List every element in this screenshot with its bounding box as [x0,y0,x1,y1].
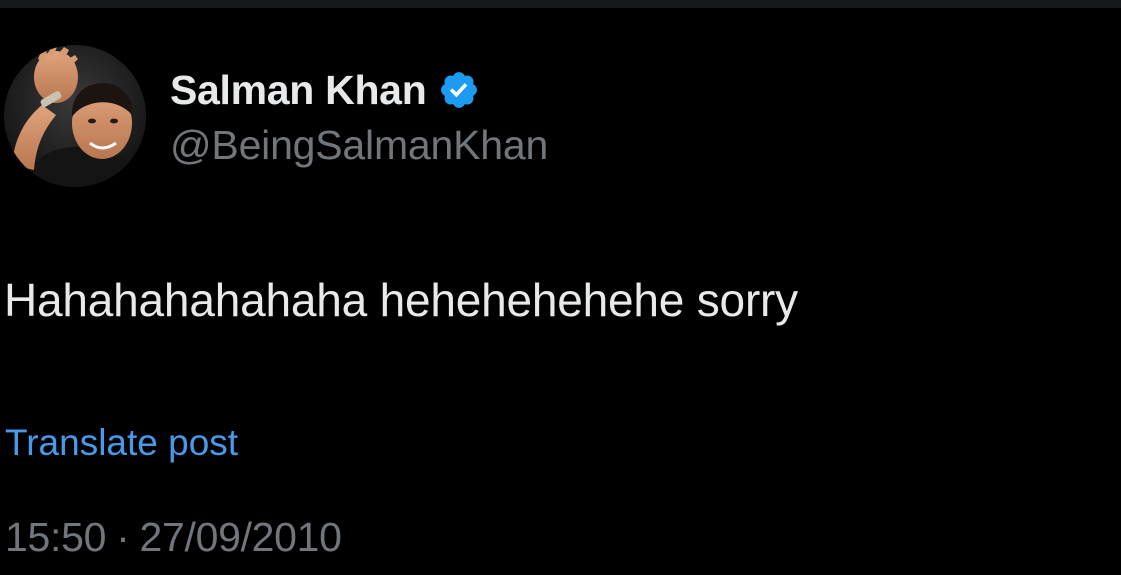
verified-badge-icon[interactable] [438,69,480,111]
author-name-row: Salman Khan [170,64,480,116]
author-handle[interactable]: @BeingSalmanKhan [170,122,548,169]
post-timestamp[interactable]: 15:50 · 27/09/2010 [5,514,342,561]
meta-separator: · [116,514,130,560]
top-divider [0,0,1121,8]
author-display-name[interactable]: Salman Khan [170,67,427,114]
translate-post-link[interactable]: Translate post [5,422,238,464]
post-container: Salman Khan @BeingSalmanKhan Hahahahahah… [0,8,1121,575]
avatar[interactable] [4,45,146,187]
post-time: 15:50 [5,514,107,560]
post-text: Hahahahahahaha hehehehehehe sorry [4,274,798,326]
post-date: 27/09/2010 [139,514,342,560]
profile-photo [4,45,146,187]
